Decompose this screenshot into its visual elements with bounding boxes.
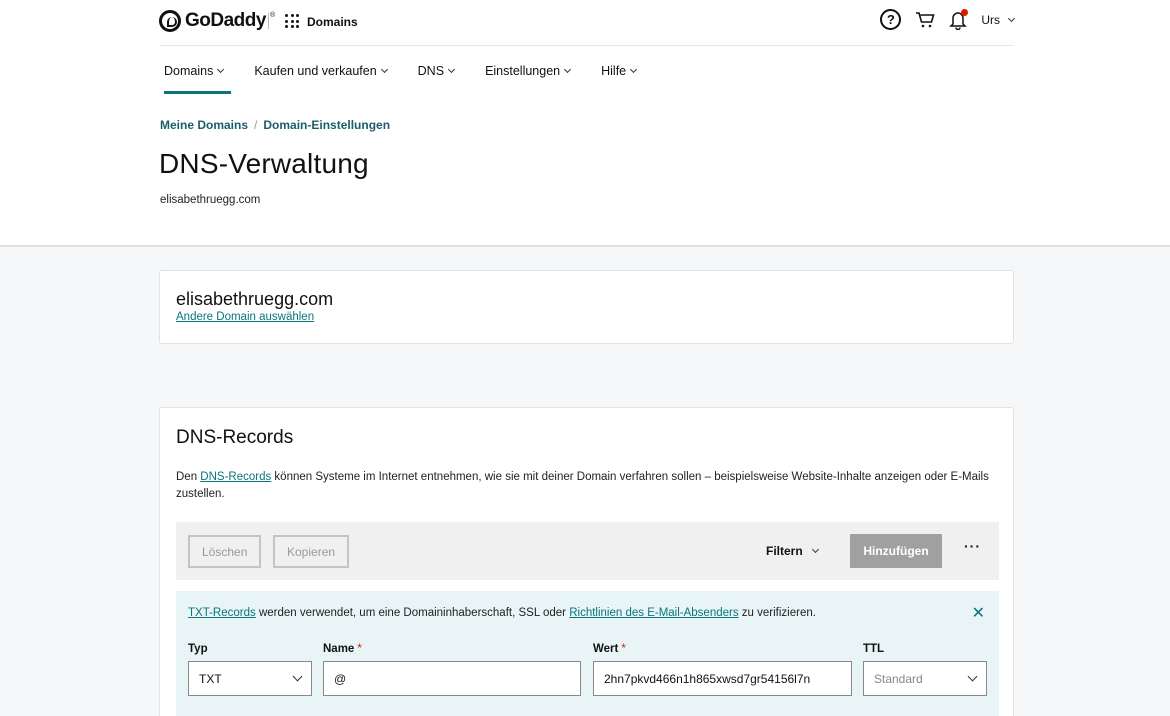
chevron-down-icon [1007, 14, 1016, 22]
records-toolbar: Löschen Kopieren Filtern Hinzufügen ··· [176, 522, 999, 580]
user-menu[interactable]: Urs [981, 12, 1016, 27]
chevron-down-icon [811, 545, 819, 554]
ttl-select[interactable]: Standard [863, 661, 987, 696]
header-divider [268, 13, 269, 29]
dns-records-link[interactable]: DNS-Records [200, 471, 271, 483]
dns-records-description: Den DNS-Records können Systeme im Intern… [176, 471, 989, 500]
apps-grid-icon[interactable] [285, 14, 299, 28]
more-options-icon[interactable]: ··· [964, 538, 981, 554]
main-nav: Domains Kaufen und verkaufen DNS Einstel… [164, 64, 638, 94]
chevron-down-icon [967, 671, 978, 682]
app-header: GoDaddy ® Domains ? Urs [159, 0, 1016, 46]
dns-records-card: DNS-Records Den DNS-Records können Syste… [159, 407, 1014, 716]
header-actions: ? Urs [880, 8, 1016, 30]
dns-records-title: DNS-Records [176, 427, 294, 448]
domain-card: elisabethruegg.com Andere Domain auswähl… [159, 270, 1014, 344]
chevron-down-icon [564, 65, 572, 74]
chevron-down-icon [292, 671, 303, 682]
sender-policy-link[interactable]: Richtlinien des E-Mail-Absenders [569, 607, 738, 619]
product-name[interactable]: Domains [307, 15, 358, 29]
help-icon[interactable]: ? [880, 9, 902, 30]
chevron-down-icon [630, 65, 638, 74]
breadcrumb-link-domains[interactable]: Meine Domains [160, 118, 248, 132]
delete-button[interactable]: Löschen [188, 535, 262, 568]
domain-name: elisabethruegg.com [176, 289, 334, 309]
value-input[interactable]: 2hn7pkvd466n1h865xwsd7gr54156l7n [593, 661, 852, 696]
value-label: Wert * [593, 643, 626, 655]
cart-icon[interactable] [915, 11, 935, 29]
chevron-down-icon [448, 65, 456, 74]
notification-dot [961, 8, 969, 16]
breadcrumb-separator: / [254, 118, 258, 132]
name-input[interactable]: @ [323, 661, 581, 696]
txt-records-link[interactable]: TXT-Records [188, 607, 256, 619]
type-label: Typ [188, 643, 208, 655]
copy-button[interactable]: Kopieren [273, 535, 350, 568]
godaddy-logo[interactable]: GoDaddy ® [159, 10, 275, 32]
filter-button[interactable]: Filtern [766, 544, 819, 558]
change-domain-link[interactable]: Andere Domain auswählen [176, 311, 997, 323]
nav-item-hilfe[interactable]: Hilfe [601, 64, 638, 94]
name-label: Name * [323, 643, 362, 655]
nav-item-dns[interactable]: DNS [418, 64, 456, 94]
nav-item-einstellungen[interactable]: Einstellungen [485, 64, 572, 94]
nav-item-domains[interactable]: Domains [164, 64, 232, 94]
top-section: GoDaddy ® Domains ? Urs Domains Kaufen u… [0, 0, 1170, 247]
breadcrumb: Meine Domains / Domain-Einstellungen [160, 118, 390, 132]
chevron-down-icon [380, 65, 388, 74]
page-title: DNS-Verwaltung [159, 148, 369, 179]
ttl-label: TTL [863, 643, 885, 655]
add-record-button[interactable]: Hinzufügen [850, 534, 942, 568]
brand-name: GoDaddy [185, 10, 266, 31]
breadcrumb-link-settings[interactable]: Domain-Einstellungen [263, 118, 390, 132]
godaddy-logo-icon [159, 10, 181, 32]
type-select[interactable]: TXT [188, 661, 312, 696]
txt-info-message: TXT-Records werden verwendet, um eine Do… [188, 607, 816, 619]
txt-record-form: TXT-Records werden verwendet, um eine Do… [176, 591, 999, 716]
page-subtitle: elisabethruegg.com [160, 194, 261, 206]
bell-icon[interactable] [949, 8, 969, 30]
user-name: Urs [981, 12, 1000, 27]
trademark-mark: ® [269, 12, 276, 19]
chevron-down-icon [217, 65, 225, 74]
nav-item-kaufen[interactable]: Kaufen und verkaufen [254, 64, 388, 94]
close-icon[interactable]: ✕ [972, 603, 985, 623]
